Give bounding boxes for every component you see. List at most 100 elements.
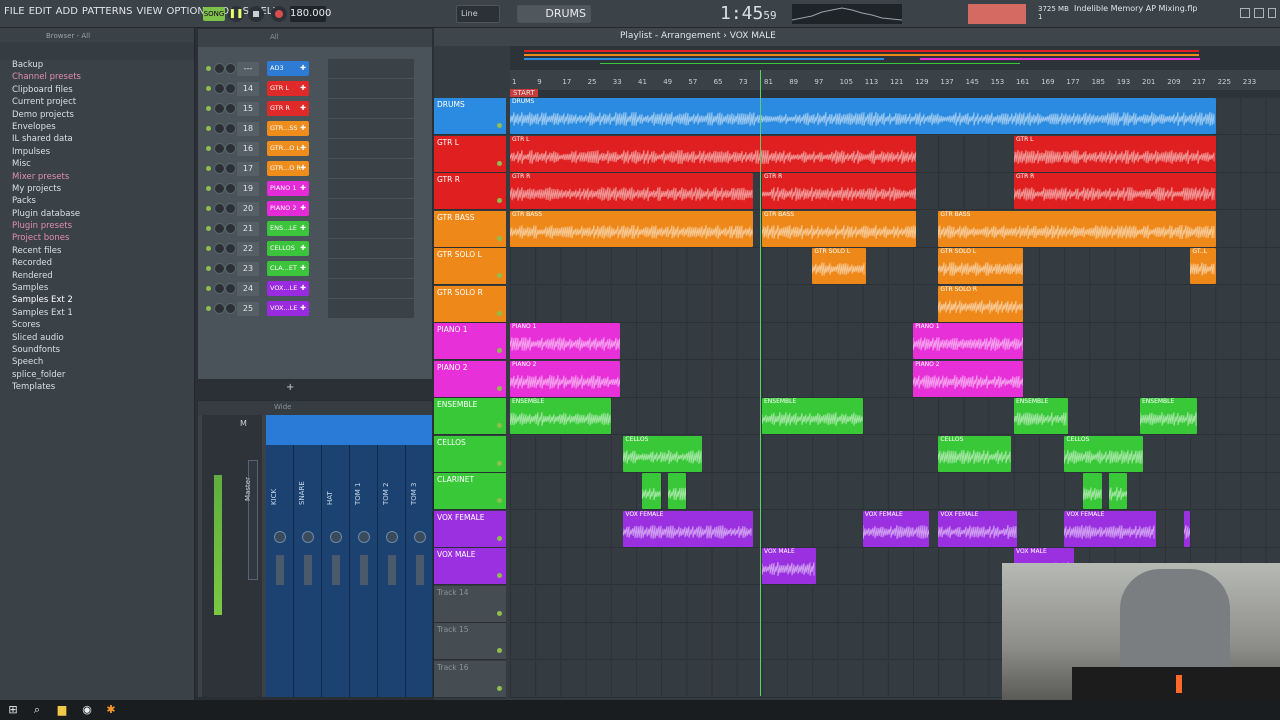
channel-row[interactable]: 18 GTR...SS: [198, 119, 432, 139]
channel-volume-knob[interactable]: [225, 203, 236, 214]
track-header[interactable]: Track 14: [434, 585, 506, 623]
mixer-view-mode[interactable]: Wide: [274, 403, 291, 411]
track-mute-led-icon[interactable]: [497, 610, 502, 616]
audio-clip[interactable]: VOX FEMALE: [938, 510, 1018, 547]
menu-edit[interactable]: EDIT: [29, 6, 52, 17]
channel-row[interactable]: 24 VOX...LE: [198, 279, 432, 299]
insert-pan-knob[interactable]: [302, 531, 314, 543]
mixer-insert-strip[interactable]: TOM 3: [406, 445, 434, 697]
channel-step-area[interactable]: [328, 259, 414, 279]
browser-item[interactable]: IL shared data: [12, 134, 81, 146]
channel-name-button[interactable]: VOX...LE: [267, 301, 309, 316]
mixer-insert-strip[interactable]: KICK: [266, 445, 294, 697]
insert-fader[interactable]: [416, 555, 424, 585]
menu-patterns[interactable]: PATTERNS: [82, 6, 133, 17]
mixer-insert-strip[interactable]: HAT: [322, 445, 350, 697]
track-header[interactable]: GTR R: [434, 173, 506, 210]
audio-clip[interactable]: VOX FEMALE: [862, 510, 929, 547]
browser-item[interactable]: Sliced audio: [12, 333, 81, 345]
audio-clip[interactable]: ENSEMBLE: [762, 398, 863, 434]
channel-pan-knob[interactable]: [214, 63, 225, 74]
channel-volume-knob[interactable]: [225, 243, 236, 254]
timeline-ruler[interactable]: 1 9 17 25 33 41 49 57 65 73 81 89 97 105 113 121 129 137 1…: [510, 70, 1280, 90]
audio-clip[interactable]: DRUMS: [510, 98, 1216, 134]
channel-name-button[interactable]: CELLOS: [267, 241, 309, 256]
channel-mixer-track[interactable]: 19: [237, 182, 259, 196]
browser-item[interactable]: Recorded: [12, 258, 81, 270]
channel-mute-led-icon[interactable]: [206, 266, 211, 271]
channel-mixer-track[interactable]: 15: [237, 102, 259, 116]
channel-mixer-track[interactable]: ---: [237, 62, 259, 76]
track-header[interactable]: PIANO 1: [434, 323, 506, 360]
channel-step-area[interactable]: [328, 299, 414, 319]
channel-step-area[interactable]: [328, 239, 414, 259]
channel-volume-knob[interactable]: [225, 143, 236, 154]
menu-view[interactable]: VIEW: [137, 6, 163, 17]
browser-item[interactable]: Clipboard files: [12, 85, 81, 97]
channel-mute-led-icon[interactable]: [206, 286, 211, 291]
menu-add[interactable]: ADD: [56, 6, 78, 17]
track-mute-led-icon[interactable]: [497, 535, 502, 541]
audio-clip[interactable]: GTR L: [1014, 135, 1216, 172]
browser-item[interactable]: Plugin presets: [12, 221, 81, 233]
track-header[interactable]: VOX FEMALE: [434, 510, 506, 548]
channel-name-button[interactable]: GTR L: [267, 81, 309, 96]
audio-clip[interactable]: GTR BASS: [510, 210, 753, 247]
channel-pan-knob[interactable]: [214, 223, 225, 234]
browser-item[interactable]: Samples Ext 2: [12, 295, 81, 307]
track-header[interactable]: GTR SOLO L: [434, 248, 506, 285]
channel-pan-knob[interactable]: [214, 303, 225, 314]
channel-pan-knob[interactable]: [214, 263, 225, 274]
channel-step-area[interactable]: [328, 79, 414, 99]
insert-pan-knob[interactable]: [414, 531, 426, 543]
browser-item[interactable]: Mixer presets: [12, 172, 81, 184]
channel-row[interactable]: 19 PIANO 1: [198, 179, 432, 199]
audio-clip[interactable]: PIANO 2: [913, 360, 1024, 397]
channel-mixer-track[interactable]: 25: [237, 302, 259, 316]
channel-row[interactable]: 23 CLA...ET: [198, 259, 432, 279]
channel-row[interactable]: --- AD3: [198, 59, 432, 79]
audio-clip[interactable]: GTR L: [510, 135, 917, 172]
audio-clip[interactable]: GTR R: [1014, 173, 1216, 209]
add-channel-button[interactable]: +: [286, 382, 294, 393]
channel-pan-knob[interactable]: [214, 163, 225, 174]
channel-mute-led-icon[interactable]: [206, 66, 211, 71]
channel-volume-knob[interactable]: [225, 303, 236, 314]
track-mute-led-icon[interactable]: [497, 273, 502, 278]
channel-volume-knob[interactable]: [225, 123, 236, 134]
audio-clip[interactable]: GTR BASS: [938, 210, 1216, 247]
channel-step-area[interactable]: [328, 139, 414, 159]
audio-clip[interactable]: [642, 473, 662, 509]
audio-clip[interactable]: PIANO 2: [510, 360, 621, 397]
channel-volume-knob[interactable]: [225, 63, 236, 74]
track-mute-led-icon[interactable]: [497, 460, 502, 466]
channel-mixer-track[interactable]: 20: [237, 202, 259, 216]
audio-clip[interactable]: GT..L: [1190, 248, 1216, 284]
tempo-display[interactable]: 180.000: [290, 6, 331, 22]
browser-item[interactable]: Demo projects: [12, 110, 81, 122]
mixer-insert-strip[interactable]: SNARE: [294, 445, 322, 697]
browser-item[interactable]: Envelopes: [12, 122, 81, 134]
channel-name-button[interactable]: AD3: [267, 61, 309, 76]
track-header[interactable]: GTR SOLO R: [434, 285, 506, 323]
audio-clip[interactable]: GTR R: [762, 173, 917, 209]
channel-mixer-track[interactable]: 21: [237, 222, 259, 236]
audio-clip[interactable]: GTR SOLO L: [938, 248, 1024, 284]
mixer-insert-strip[interactable]: TOM 2: [378, 445, 406, 697]
channel-pan-knob[interactable]: [214, 123, 225, 134]
search-icon[interactable]: ⌕: [30, 703, 44, 717]
channel-row[interactable]: 22 CELLOS: [198, 239, 432, 259]
track-lane[interactable]: ENSEMBLE ENSEMBLE ENSEMBLE ENSEMBLE: [510, 398, 1280, 435]
channel-filter[interactable]: All: [270, 33, 279, 41]
browser-item[interactable]: Backup: [12, 60, 81, 72]
browser-item[interactable]: splice_folder: [12, 370, 81, 382]
channel-mixer-track[interactable]: 22: [237, 242, 259, 256]
channel-step-area[interactable]: [328, 159, 414, 179]
channel-name-button[interactable]: PIANO 2: [267, 201, 309, 216]
channel-step-area[interactable]: [328, 199, 414, 219]
channel-mute-led-icon[interactable]: [206, 206, 211, 211]
track-mute-led-icon[interactable]: [497, 498, 502, 503]
channel-row[interactable]: 21 ENS...LE: [198, 219, 432, 239]
track-mute-led-icon[interactable]: [497, 423, 502, 428]
audio-clip[interactable]: ENSEMBLE: [1140, 398, 1197, 434]
